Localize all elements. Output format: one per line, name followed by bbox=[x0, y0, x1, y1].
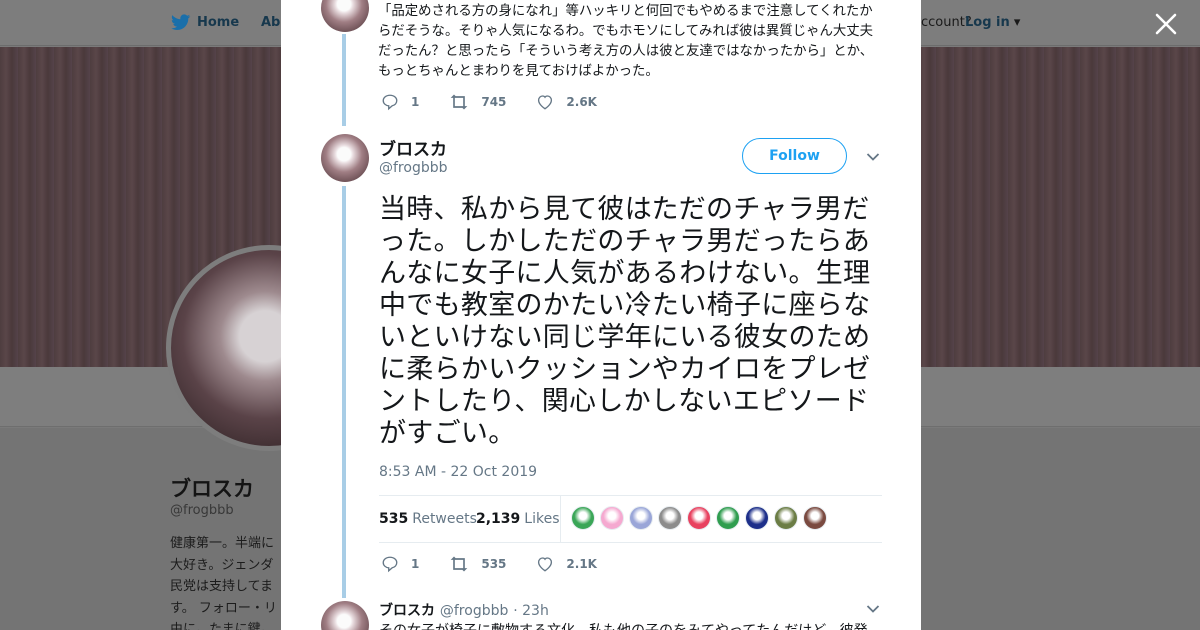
tweet-text: 当時、私から見て彼はただのチャラ男だった。しかしただのチャラ男だったらあんなに女… bbox=[379, 194, 871, 449]
main-tweet-actions: 1 535 2.1K bbox=[381, 554, 627, 574]
login-label: Log in bbox=[965, 15, 1010, 30]
likes-stat-count: 2,139 bbox=[476, 511, 521, 527]
previous-tweet-actions: 1 745 2.6K bbox=[381, 92, 627, 112]
liker-avatar[interactable] bbox=[687, 506, 711, 530]
next-tweet-time: · 23h bbox=[513, 603, 549, 619]
tweet-stats: 535 Retweets 2,139 Likes bbox=[379, 495, 882, 543]
retweet-action[interactable]: 535 bbox=[449, 555, 506, 573]
retweets-stat-label: Retweets bbox=[412, 511, 477, 527]
profile-bio: 健康第一。半端に大好き。ジェンダ民党は支持してます。 フォロー・リ由に。たまに鍵… bbox=[170, 536, 277, 630]
retweets-stat-count: 535 bbox=[379, 511, 409, 527]
retweet-count: 745 bbox=[481, 95, 507, 109]
follow-button[interactable]: Follow bbox=[742, 138, 847, 174]
chevron-down-icon[interactable] bbox=[866, 152, 880, 162]
login-dropdown[interactable]: Log in ▾ bbox=[965, 15, 1020, 30]
next-tweet-header[interactable]: ブロスカ @frogbbb · 23h bbox=[379, 600, 549, 620]
nav-home-link[interactable]: Home bbox=[197, 15, 239, 30]
like-count: 2.6K bbox=[566, 95, 597, 109]
tweet-permalink-modal: 「品定めされる方の身になれ」等ハッキリと何回でもやめるまで注意してくれたからだそ… bbox=[281, 0, 921, 630]
reply-icon bbox=[382, 94, 398, 111]
close-icon[interactable] bbox=[1153, 11, 1179, 37]
chevron-down-icon[interactable] bbox=[866, 604, 880, 614]
liker-avatar[interactable] bbox=[571, 506, 595, 530]
reply-count: 1 bbox=[411, 557, 420, 571]
reply-action[interactable]: 1 bbox=[381, 555, 419, 573]
like-count: 2.1K bbox=[566, 557, 597, 571]
reply-icon bbox=[382, 556, 398, 573]
previous-tweet-text: 「品定めされる方の身になれ」等ハッキリと何回でもやめるまで注意してくれたからだそ… bbox=[378, 4, 874, 79]
liker-avatar[interactable] bbox=[716, 506, 740, 530]
profile-name: ブロスカ bbox=[170, 477, 254, 501]
retweet-action[interactable]: 745 bbox=[449, 93, 506, 111]
liker-avatar[interactable] bbox=[803, 506, 827, 530]
retweets-stat[interactable]: 535 Retweets bbox=[379, 511, 477, 527]
next-tweet-text: その女子が椅子に敷物する文化、私も他の子のをみてやってたんだけど、彼発 bbox=[379, 620, 884, 630]
retweet-count: 535 bbox=[481, 557, 507, 571]
thread-connector-top bbox=[342, 34, 346, 126]
profile-handle: @frogbbb bbox=[170, 503, 234, 518]
next-tweet-avatar[interactable] bbox=[321, 601, 369, 630]
thread-connector-main bbox=[342, 186, 346, 598]
liker-avatars bbox=[571, 506, 832, 530]
tweet-timestamp[interactable]: 8:53 AM - 22 Oct 2019 bbox=[379, 464, 537, 480]
author-name[interactable]: ブロスカ bbox=[379, 135, 447, 160]
heart-icon bbox=[538, 95, 553, 110]
author-handle[interactable]: @frogbbb bbox=[379, 160, 448, 176]
liker-avatar[interactable] bbox=[658, 506, 682, 530]
like-action[interactable]: 2.1K bbox=[536, 555, 597, 573]
next-tweet-author-handle: @frogbbb bbox=[439, 603, 509, 619]
liker-avatar[interactable] bbox=[600, 506, 624, 530]
next-tweet-author-name: ブロスカ bbox=[379, 603, 435, 619]
heart-icon bbox=[538, 557, 553, 572]
previous-tweet-avatar[interactable] bbox=[321, 0, 369, 32]
like-action[interactable]: 2.6K bbox=[536, 93, 597, 111]
reply-count: 1 bbox=[411, 95, 420, 109]
reply-action[interactable]: 1 bbox=[381, 93, 419, 111]
liker-avatar[interactable] bbox=[745, 506, 769, 530]
retweet-icon bbox=[451, 94, 468, 110]
retweet-icon bbox=[451, 556, 468, 572]
main-tweet-avatar[interactable] bbox=[321, 134, 369, 182]
stats-divider bbox=[560, 496, 561, 542]
liker-avatar[interactable] bbox=[774, 506, 798, 530]
liker-avatar[interactable] bbox=[629, 506, 653, 530]
likes-stat[interactable]: 2,139 Likes bbox=[476, 511, 560, 527]
likes-stat-label: Likes bbox=[524, 511, 560, 527]
twitter-bird-icon[interactable] bbox=[171, 14, 191, 31]
